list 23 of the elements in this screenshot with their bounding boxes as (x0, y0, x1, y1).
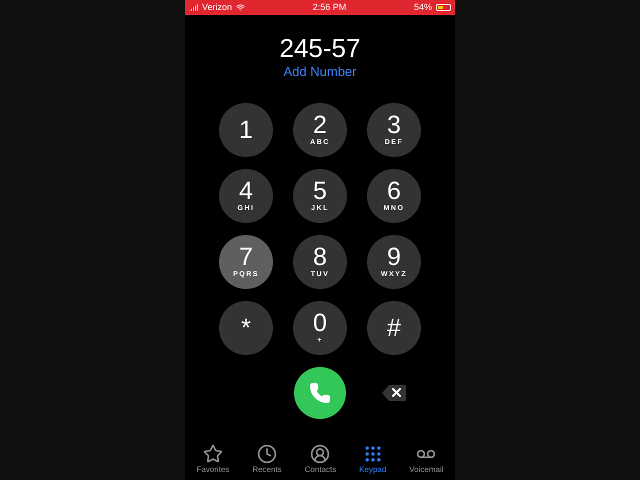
status-time: 2:56 PM (312, 0, 346, 14)
person-icon (310, 444, 330, 464)
signal-icon (189, 3, 198, 12)
wifi-icon (236, 3, 246, 12)
tab-bar-item[interactable]: Contacts (304, 444, 336, 475)
tab-bar-item[interactable]: Voicemail (409, 444, 444, 475)
tab-bar-item[interactable]: Recents (252, 444, 282, 475)
phone-icon (309, 382, 331, 404)
call-button[interactable] (294, 367, 346, 419)
keypad-key[interactable]: * (219, 301, 273, 355)
battery-percentage: 54% (414, 0, 432, 14)
keypad-icon (362, 444, 383, 464)
keypad-key[interactable]: 1 (219, 103, 273, 157)
keypad-key[interactable]: # (367, 301, 421, 355)
star-icon (202, 444, 223, 464)
clock-icon (257, 444, 277, 464)
backspace-icon (381, 384, 407, 402)
dialed-number: 245-57 (280, 34, 360, 62)
tab-bar-item[interactable]: Favorites (196, 444, 230, 475)
add-number-link[interactable]: Add Number (284, 64, 356, 80)
tab-bar-item[interactable]: Keypad (359, 444, 386, 475)
carrier-name: Verizon (202, 0, 232, 14)
battery-icon (436, 4, 451, 11)
